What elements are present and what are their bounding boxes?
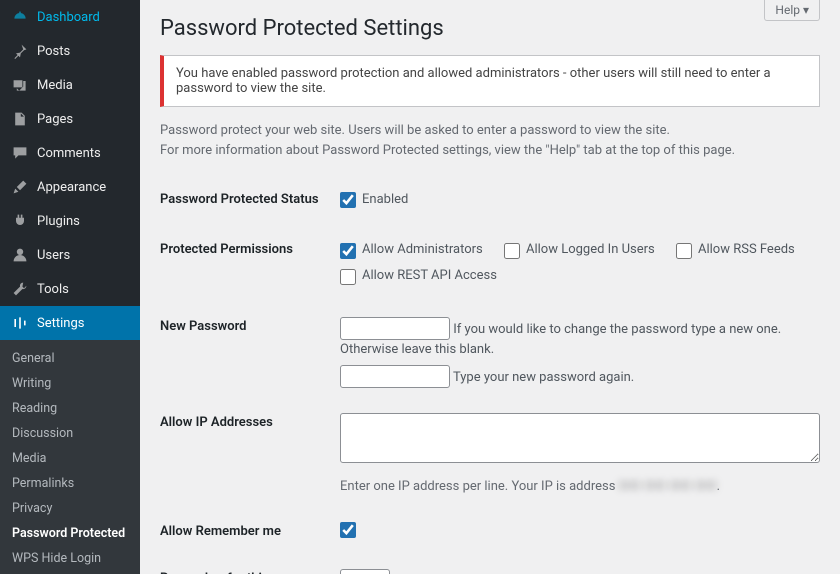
ip-hint: Enter one IP address per line. Your IP i… [340, 477, 820, 498]
sidebar-item-label: Pages [37, 112, 73, 127]
plug-icon [10, 211, 30, 231]
sidebar-item-label: Comments [37, 146, 101, 161]
sidebar-item-pages[interactable]: Pages [0, 102, 140, 136]
redacted-ip: 000.000.000.000 [619, 479, 717, 494]
sidebar-item-settings[interactable]: Settings [0, 306, 140, 340]
dashboard-icon [10, 7, 30, 27]
status-checkbox[interactable] [340, 192, 356, 208]
submenu-writing[interactable]: Writing [0, 371, 140, 396]
submenu-reading[interactable]: Reading [0, 396, 140, 421]
sidebar-item-plugins[interactable]: Plugins [0, 204, 140, 238]
sidebar-item-dashboard[interactable]: Dashboard [0, 0, 140, 34]
sidebar-item-label: Tools [37, 282, 69, 297]
submenu-privacy[interactable]: Privacy [0, 496, 140, 521]
media-icon [10, 75, 30, 95]
perm-rest-checkbox[interactable] [340, 269, 356, 285]
admin-sidebar: Dashboard Posts Media Pages Comments App… [0, 0, 140, 574]
help-tab[interactable]: Help ▾ [764, 0, 820, 21]
submenu-discussion[interactable]: Discussion [0, 421, 140, 446]
settings-form: Password Protected Status Enabled Protec… [160, 178, 820, 574]
page-icon [10, 109, 30, 129]
perm-rest-option[interactable]: Allow REST API Access [340, 266, 497, 287]
perm-admin-checkbox[interactable] [340, 243, 356, 259]
submenu-general[interactable]: General [0, 346, 140, 371]
confirm-password-input[interactable] [340, 365, 450, 388]
sidebar-item-users[interactable]: Users [0, 238, 140, 272]
sidebar-item-label: Posts [37, 44, 70, 59]
new-password-input[interactable] [340, 317, 450, 340]
sliders-icon [10, 313, 30, 333]
sidebar-item-tools[interactable]: Tools [0, 272, 140, 306]
submenu-wps-hide-login[interactable]: WPS Hide Login [0, 546, 140, 571]
admin-notice: You have enabled password protection and… [160, 55, 820, 107]
remember-label: Allow Remember me [160, 510, 340, 558]
page-description: Password protect your web site. Users wi… [160, 121, 820, 160]
perm-logged-checkbox[interactable] [504, 243, 520, 259]
sidebar-item-label: Plugins [37, 214, 80, 229]
settings-submenu: General Writing Reading Discussion Media… [0, 340, 140, 574]
ip-addresses-textarea[interactable] [340, 413, 820, 463]
newpass-label: New Password [160, 305, 340, 401]
sidebar-item-label: Dashboard [37, 10, 100, 25]
submenu-media[interactable]: Media [0, 446, 140, 471]
perm-rss-option[interactable]: Allow RSS Feeds [676, 240, 795, 261]
main-content: Help ▾ Password Protected Settings You h… [140, 0, 840, 574]
days-label: Remember for this many days [160, 557, 340, 574]
perm-logged-option[interactable]: Allow Logged In Users [504, 240, 655, 261]
sidebar-item-appearance[interactable]: Appearance [0, 170, 140, 204]
newpass-hint2: Type your new password again. [453, 370, 634, 385]
submenu-permalinks[interactable]: Permalinks [0, 471, 140, 496]
sidebar-item-comments[interactable]: Comments [0, 136, 140, 170]
status-enabled-option[interactable]: Enabled [340, 190, 408, 211]
sidebar-item-label: Users [37, 248, 70, 263]
sidebar-item-label: Appearance [37, 180, 106, 195]
wrench-icon [10, 279, 30, 299]
ip-label: Allow IP Addresses [160, 401, 340, 510]
user-icon [10, 245, 30, 265]
remember-checkbox[interactable] [340, 522, 356, 538]
comment-icon [10, 143, 30, 163]
sidebar-item-media[interactable]: Media [0, 68, 140, 102]
days-input[interactable] [340, 569, 390, 574]
status-label: Password Protected Status [160, 178, 340, 228]
permissions-label: Protected Permissions [160, 228, 340, 304]
perm-rss-checkbox[interactable] [676, 243, 692, 259]
sidebar-item-label: Media [37, 78, 73, 93]
sidebar-item-posts[interactable]: Posts [0, 34, 140, 68]
pin-icon [10, 41, 30, 61]
page-title: Password Protected Settings [160, 16, 820, 41]
brush-icon [10, 177, 30, 197]
submenu-password-protected[interactable]: Password Protected [0, 521, 140, 546]
perm-admin-option[interactable]: Allow Administrators [340, 240, 483, 261]
sidebar-item-label: Settings [37, 316, 84, 331]
